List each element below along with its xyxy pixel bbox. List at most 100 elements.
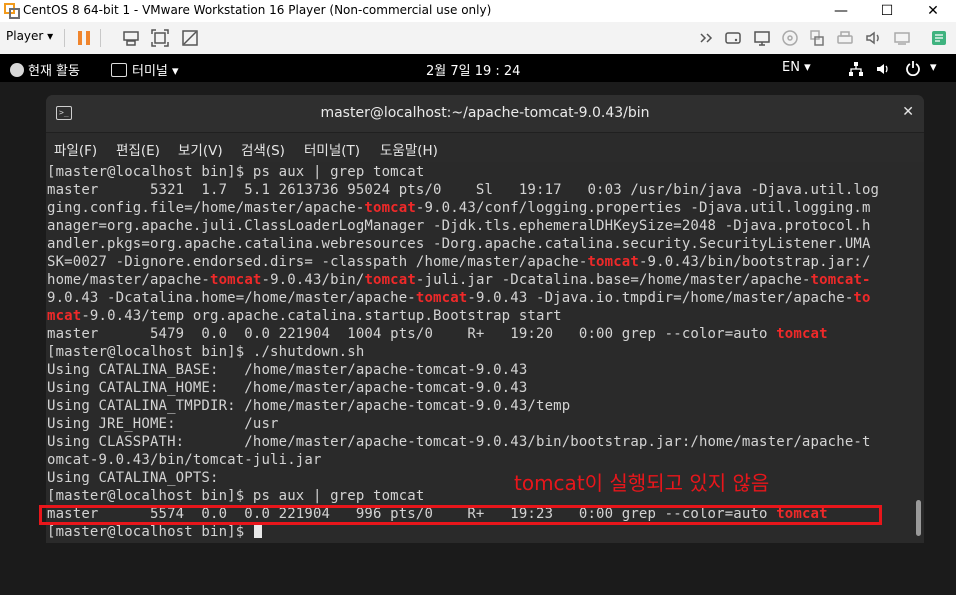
gnome-top-bar: 현재 활동 터미널 ▾ 2월 7일 19 : 24 EN ▾ ▾ [0,54,956,82]
terminal-line: mcat-9.0.43/temp org.apache.catalina.sta… [47,307,879,325]
terminal-line: 9.0.43 -Dcatalina.home=/home/master/apac… [47,289,879,307]
fit-guest-icon[interactable] [151,29,169,47]
display-icon[interactable] [893,29,911,47]
language-menu[interactable]: EN ▾ [782,60,811,75]
usb-icon[interactable] [808,29,826,47]
terminal-line: Using JRE_HOME: /usr [47,415,879,433]
forward-icon[interactable] [699,29,717,47]
terminal-text: SK=0027 -Dignore.endorsed.dirs= -classpa… [47,254,588,270]
terminal-line: anager=org.apache.juli.ClassLoaderLogMan… [47,217,879,235]
annotation-text: tomcat이 실행되고 있지 않음 [514,471,770,495]
terminal-text: master 5321 1.7 5.1 2613736 95024 pts/0 … [47,182,880,198]
cd-icon[interactable] [781,29,799,47]
activities-button[interactable]: 현재 활동 [10,60,80,79]
sound-icon[interactable] [864,29,882,47]
maximize-button[interactable]: ☐ [864,0,910,22]
grep-match-text: tomcat [364,272,416,288]
terminal-text: Using CATALINA_HOME: /home/master/apache… [47,380,528,396]
terminal-line: master 5479 0.0 0.0 221904 1004 pts/0 R+… [47,325,879,343]
terminal-text: andler.pkgs=org.apache.catalina.webresou… [47,236,871,252]
terminal-text: Using CATALINA_TMPDIR: /home/master/apac… [47,398,571,414]
terminal-close-button[interactable]: ✕ [902,104,914,120]
toolbar-divider [100,29,101,47]
terminal-text: -9.0.43/bin/bootstrap.jar:/ [638,254,871,270]
volume-icon[interactable] [875,61,891,77]
close-button[interactable]: ✕ [910,0,956,22]
terminal-app-icon [111,63,127,77]
terminal-line: SK=0027 -Dignore.endorsed.dirs= -classpa… [47,253,879,271]
terminal-line: Using CATALINA_HOME: /home/master/apache… [47,379,879,397]
terminal-text: ging.config.file=/home/master/apache- [47,200,365,216]
terminal-text: anager=org.apache.juli.ClassLoaderLogMan… [47,218,871,234]
menu-edit[interactable]: 편집(E) [116,139,160,159]
terminal-text: [master@localhost bin]$ ./shutdown.sh [47,344,365,360]
power-icon[interactable] [905,60,921,76]
terminal-text: home/master/apache- [47,272,210,288]
clock[interactable]: 2월 7일 19 : 24 [426,60,520,79]
terminal-text: -juli.jar -Dcatalina.base=/home/master/a… [415,272,811,288]
terminal-line: Using CATALINA_BASE: /home/master/apache… [47,361,879,379]
terminal-app-menu[interactable]: 터미널 ▾ [111,60,179,79]
terminal-text: Using CLASSPATH: /home/master/apache-tom… [47,434,871,450]
terminal-title: master@localhost:~/apache-tomcat-9.0.43/… [320,105,650,121]
grep-match-text: mcat [47,308,82,324]
toolbar-divider [64,29,65,47]
terminal-text: 9.0.43 -Dcatalina.home=/home/master/apac… [47,290,416,306]
menu-search[interactable]: 검색(S) [241,139,285,159]
terminal-scrollbar[interactable] [916,500,921,536]
printer-icon[interactable] [836,29,854,47]
window-title: CentOS 8 64-bit 1 - VMware Workstation 1… [23,3,492,17]
player-menu-label: Player [6,29,44,43]
terminal-line: [master@localhost bin]$ [47,523,879,541]
terminal-line: ging.config.file=/home/master/apache-tom… [47,199,879,217]
grep-match-text: tomcat [776,326,828,342]
terminal-text: -9.0.43/conf/logging.properties -Djava.u… [415,200,871,216]
menu-view[interactable]: 보기(V) [178,139,223,159]
terminal-line: Using CATALINA_TMPDIR: /home/master/apac… [47,397,879,415]
notes-icon[interactable] [930,29,948,47]
annotation-highlight-box [39,505,882,525]
grep-match-text: to [853,290,871,306]
menu-help[interactable]: 도움말(H) [380,139,438,159]
terminal-text: [master@localhost bin]$ ps aux | grep to… [47,164,425,180]
unity-icon[interactable] [181,29,199,47]
grep-match-text: tomcat [415,290,468,306]
player-menu[interactable]: Player ▾ [6,29,53,43]
vmware-toolbar: Player ▾ [0,22,956,55]
send-ctrl-alt-del-icon[interactable] [122,29,140,47]
network-status-icon[interactable] [848,61,864,77]
network-icon[interactable] [753,29,771,47]
terminal-text: master 5479 0.0 0.0 221904 1004 pts/0 R+… [47,326,777,342]
terminal-line: home/master/apache-tomcat-9.0.43/bin/tom… [47,271,879,289]
grep-match-text: tomcat [364,200,416,216]
terminal-output[interactable]: [master@localhost bin]$ ps aux | grep to… [46,162,924,543]
menu-terminal[interactable]: 터미널(T) [304,139,360,159]
terminal-menubar: 파일(F) 편집(E) 보기(V) 검색(S) 터미널(T) 도움말(H) [46,133,924,161]
minimize-button[interactable]: — [818,0,864,22]
terminal-line: [master@localhost bin]$ ps aux | grep to… [47,163,879,181]
pause-icon[interactable] [75,29,93,47]
terminal-text: -9.0.43/temp org.apache.catalina.startup… [81,308,562,324]
system-menu-arrow-icon[interactable]: ▾ [930,60,937,75]
hdd-icon[interactable] [724,29,742,47]
terminal-text: -9.0.43/bin/ [261,272,365,288]
gnome-foot-icon [10,63,24,77]
terminal-text: Using CATALINA_BASE: /home/master/apache… [47,362,528,378]
terminal-line: [master@localhost bin]$ ./shutdown.sh [47,343,879,361]
terminal-text: Using CATALINA_OPTS: [47,470,219,486]
vmware-title-bar: CentOS 8 64-bit 1 - VMware Workstation 1… [0,0,956,22]
activities-label: 현재 활동 [28,64,80,79]
terminal-app-label: 터미널 [132,64,168,79]
terminal-line: andler.pkgs=org.apache.catalina.webresou… [47,235,879,253]
terminal-text: [master@localhost bin]$ [47,524,253,540]
terminal-line: master 5321 1.7 5.1 2613736 95024 pts/0 … [47,181,879,199]
terminal-line: Using CLASSPATH: /home/master/apache-tom… [47,433,879,451]
terminal-cursor [253,524,262,538]
menu-file[interactable]: 파일(F) [54,139,97,159]
grep-match-text: tomcat- [810,272,871,288]
language-label: EN [782,60,800,75]
grep-match-text: tomcat [587,254,639,270]
terminal-text: [master@localhost bin]$ ps aux | grep to… [47,488,425,504]
terminal-text: -9.0.43 -Djava.io.tmpdir=/home/master/ap… [467,290,854,306]
vmware-logo-icon [4,3,20,19]
